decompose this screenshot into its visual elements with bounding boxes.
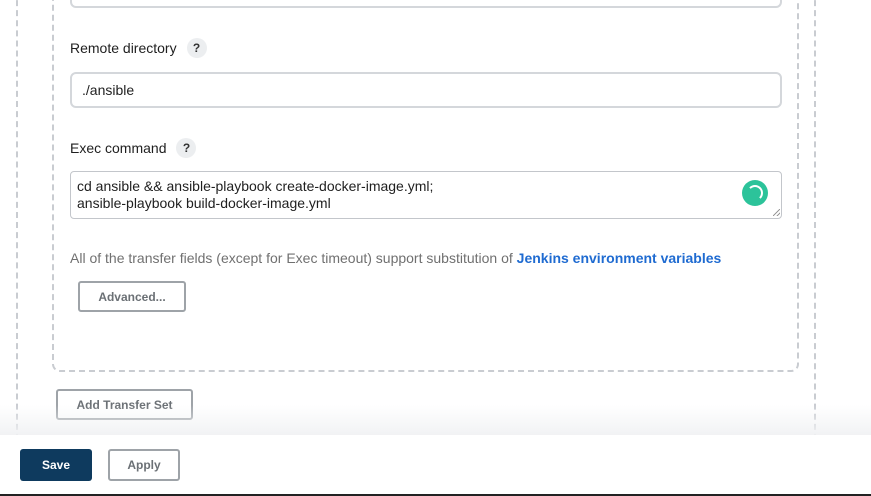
save-button[interactable]: Save (20, 449, 92, 481)
substitution-note: All of the transfer fields (except for E… (70, 250, 721, 266)
remote-directory-label-row: Remote directory ? (70, 38, 207, 58)
exec-command-label-row: Exec command ? (70, 138, 197, 158)
remote-directory-help-icon[interactable]: ? (186, 38, 207, 58)
remote-directory-input[interactable] (70, 72, 782, 108)
exec-command-label: Exec command (70, 140, 167, 156)
jenkins-env-vars-link[interactable]: Jenkins environment variables (517, 250, 722, 266)
exec-command-textarea[interactable] (70, 171, 782, 219)
exec-command-help-icon[interactable]: ? (176, 138, 197, 158)
advanced-button[interactable]: Advanced... (78, 281, 186, 312)
previous-input-field[interactable] (70, 0, 782, 8)
spinner-icon[interactable] (742, 180, 768, 206)
apply-button[interactable]: Apply (108, 449, 180, 481)
bottom-fade (0, 405, 871, 435)
bottom-action-bar: Save Apply (0, 435, 871, 496)
remote-directory-label: Remote directory (70, 40, 177, 56)
resize-grip-icon[interactable] (773, 209, 780, 216)
substitution-note-text: All of the transfer fields (except for E… (70, 250, 517, 266)
